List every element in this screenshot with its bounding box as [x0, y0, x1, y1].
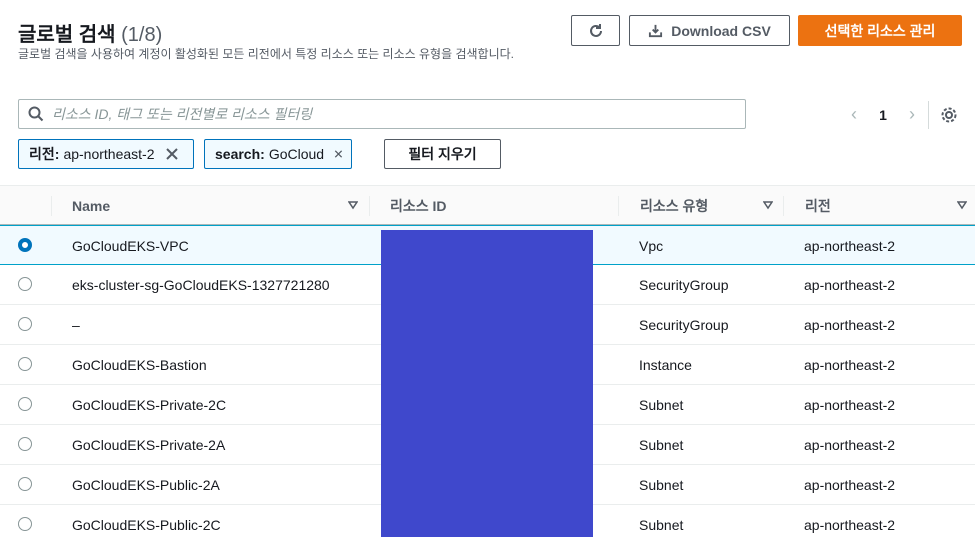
chevron-right-icon[interactable]: › — [904, 104, 920, 125]
cell-resource-type: Subnet — [639, 476, 684, 493]
column-separator — [369, 196, 370, 216]
sort-caret-icon[interactable] — [957, 200, 967, 210]
filter-token-key: 리전: — [29, 146, 60, 162]
cell-resource-type: Vpc — [639, 237, 664, 254]
page-header: 글로벌 검색 (1/8) — [18, 18, 162, 47]
cell-region: ap-northeast-2 — [804, 356, 896, 373]
selection-count: (1/8) — [121, 24, 163, 46]
column-header-name[interactable]: Name — [72, 186, 368, 225]
cell-resource-type: Instance — [639, 356, 692, 373]
filter-token-value: ap-northeast-2 — [63, 146, 155, 162]
resource-filter-search[interactable] — [18, 99, 746, 129]
column-header-resource-id[interactable]: 리소스 ID — [390, 186, 618, 225]
filter-token-search: search: GoCloud — [204, 139, 352, 169]
sort-caret-icon[interactable] — [348, 200, 358, 210]
filter-token-key: search: — [215, 146, 265, 162]
search-icon — [28, 106, 44, 122]
download-icon — [649, 24, 663, 38]
column-header-resource-type[interactable]: 리소스 유형 — [640, 186, 783, 225]
cell-name: GoCloudEKS-VPC — [72, 237, 189, 254]
cell-name: GoCloudEKS-Public-2C — [72, 516, 221, 533]
column-header-label: Name — [72, 197, 111, 214]
column-separator — [783, 196, 784, 216]
refresh-button[interactable] — [571, 15, 620, 46]
page-title: 글로벌 검색 (1/8) — [18, 24, 163, 46]
cell-region: ap-northeast-2 — [804, 436, 896, 453]
column-header-label: 리전 — [805, 197, 831, 214]
radio-icon[interactable] — [18, 317, 32, 331]
cell-region: ap-northeast-2 — [804, 396, 896, 413]
cell-region: ap-northeast-2 — [804, 316, 896, 333]
search-input[interactable] — [52, 106, 732, 122]
pagination: ‹ 1 › — [846, 104, 920, 125]
cell-region: ap-northeast-2 — [804, 476, 896, 493]
redacted-resource-ids — [381, 230, 593, 537]
radio-icon[interactable] — [18, 238, 32, 252]
page-number[interactable]: 1 — [876, 107, 890, 123]
filter-token-value: GoCloud — [268, 146, 325, 162]
cell-resource-type: SecurityGroup — [639, 316, 729, 333]
radio-icon[interactable] — [18, 277, 32, 291]
cell-region: ap-northeast-2 — [804, 516, 896, 533]
chevron-left-icon[interactable]: ‹ — [846, 104, 862, 125]
column-separator — [51, 196, 52, 216]
cell-name: GoCloudEKS-Bastion — [72, 356, 207, 373]
settings-gear-icon[interactable] — [940, 106, 958, 124]
close-icon[interactable] — [334, 147, 343, 161]
cell-region: ap-northeast-2 — [804, 237, 896, 254]
radio-icon[interactable] — [18, 357, 32, 371]
radio-icon[interactable] — [18, 477, 32, 491]
cell-resource-type: Subnet — [639, 436, 684, 453]
column-header-label: 리소스 ID — [390, 197, 447, 214]
page-description: 글로벌 검색을 사용하여 계정이 활성화된 모든 리전에서 특정 리소스 또는 … — [18, 47, 514, 61]
cell-region: ap-northeast-2 — [804, 276, 896, 293]
toolbar-divider — [928, 101, 929, 129]
close-icon[interactable] — [165, 147, 179, 161]
column-separator — [618, 196, 619, 216]
radio-icon[interactable] — [18, 437, 32, 451]
download-csv-button[interactable]: Download CSV — [629, 15, 790, 46]
radio-icon[interactable] — [18, 397, 32, 411]
radio-icon[interactable] — [18, 517, 32, 531]
manage-selected-resources-button[interactable]: 선택한 리소스 관리 — [798, 15, 962, 46]
cell-name: GoCloudEKS-Private-2A — [72, 436, 226, 453]
cell-name: GoCloudEKS-Public-2A — [72, 476, 220, 493]
column-header-region[interactable]: 리전 — [805, 186, 975, 225]
download-csv-label: Download CSV — [671, 22, 771, 39]
cell-resource-type: Subnet — [639, 516, 684, 533]
clear-filters-button[interactable]: 필터 지우기 — [384, 139, 501, 169]
cell-name: eks-cluster-sg-GoCloudEKS-1327721280 — [72, 276, 330, 293]
cell-name: GoCloudEKS-Private-2C — [72, 396, 227, 413]
column-header-label: 리소스 유형 — [640, 197, 709, 214]
filter-token-region: 리전: ap-northeast-2 — [18, 139, 194, 169]
cell-resource-type: SecurityGroup — [639, 276, 729, 293]
cell-resource-type: Subnet — [639, 396, 684, 413]
table-header: Name 리소스 ID 리소스 유형 리전 — [0, 185, 975, 225]
sort-caret-icon[interactable] — [763, 200, 773, 210]
refresh-icon — [589, 23, 602, 37]
cell-name: – — [72, 316, 80, 333]
